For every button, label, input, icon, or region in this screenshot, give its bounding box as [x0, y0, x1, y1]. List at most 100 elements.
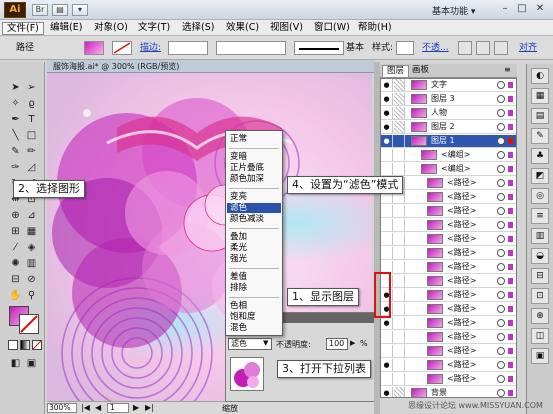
document-tab[interactable]: 服饰海报.ai* @ 300% (RGB/预览)	[47, 60, 374, 73]
layer-row-path[interactable]: <路径>	[381, 219, 516, 232]
lock-toggle[interactable]	[394, 205, 405, 217]
stroke-swatch[interactable]	[112, 41, 132, 55]
layer-row[interactable]: ● 背景	[381, 387, 516, 397]
visibility-eye-icon[interactable]: ●	[381, 79, 393, 91]
lock-toggle[interactable]	[394, 233, 405, 245]
selection-indicator[interactable]	[508, 236, 513, 242]
type-tool-icon[interactable]: T	[24, 112, 39, 127]
target-circle-icon[interactable]	[497, 151, 505, 159]
menu-window[interactable]: 窗口(W)	[310, 22, 354, 35]
stroke-color-box[interactable]	[19, 314, 39, 334]
layer-row-path[interactable]: <路径>	[381, 275, 516, 288]
selection-indicator[interactable]	[508, 180, 513, 186]
target-circle-icon[interactable]	[497, 305, 505, 313]
tab-artboards[interactable]: 画板	[408, 65, 433, 77]
lock-toggle[interactable]	[394, 247, 405, 259]
variable-width-dropdown[interactable]	[216, 41, 286, 55]
eraser-tool-icon[interactable]: ◿	[24, 160, 39, 175]
target-circle-icon[interactable]	[497, 361, 505, 369]
visibility-eye-icon[interactable]	[381, 163, 393, 175]
pen-tool-icon[interactable]: ✒	[8, 112, 23, 127]
selection-indicator[interactable]	[508, 138, 513, 144]
lock-toggle[interactable]	[394, 261, 405, 273]
line-tool-icon[interactable]: ╲	[8, 128, 23, 143]
layer-row[interactable]: ● 文字	[381, 79, 516, 92]
selection-indicator[interactable]	[508, 264, 513, 270]
blend-darken[interactable]: 变暗	[230, 152, 247, 162]
lock-toggle[interactable]	[394, 317, 405, 329]
selection-indicator[interactable]	[508, 320, 513, 326]
direct-selection-tool-icon[interactable]: ➢	[24, 80, 39, 95]
stroke-link[interactable]: 描边:	[140, 42, 161, 54]
visibility-eye-icon[interactable]: ●	[381, 107, 393, 119]
lock-toggle[interactable]	[394, 387, 405, 397]
lock-toggle[interactable]	[394, 107, 405, 119]
last-artboard-icon[interactable]: ▶|	[145, 403, 154, 412]
distribute-icon[interactable]	[494, 41, 508, 55]
layer-row-path[interactable]: <路径>	[381, 373, 516, 386]
lock-toggle[interactable]	[394, 303, 405, 315]
transform-icon[interactable]	[476, 41, 490, 55]
menu-view[interactable]: 视图(V)	[266, 22, 307, 35]
menu-type[interactable]: 文字(T)	[134, 22, 174, 35]
visibility-eye-icon[interactable]	[381, 219, 393, 231]
blend-soft-light[interactable]: 柔光	[230, 243, 247, 253]
magic-wand-tool-icon[interactable]: ✧	[8, 96, 23, 111]
brush-definition[interactable]	[294, 41, 344, 55]
layer-row[interactable]: ● 图层 2	[381, 121, 516, 134]
first-artboard-icon[interactable]: |◀	[81, 403, 90, 412]
target-circle-icon[interactable]	[497, 249, 505, 257]
gradient-tool-icon[interactable]: ▦	[24, 224, 39, 239]
perspective-grid-tool-icon[interactable]: ⊿	[24, 208, 39, 223]
blend-exclusion[interactable]: 排除	[230, 283, 247, 293]
artboard-tool-icon[interactable]: ⊟	[8, 272, 23, 287]
stroke-panel-icon[interactable]: ≡	[531, 208, 549, 224]
target-circle-icon[interactable]	[497, 389, 505, 397]
blend-color[interactable]: 混色	[230, 323, 247, 333]
selection-indicator[interactable]	[508, 124, 513, 130]
layer-row-path[interactable]: <路径>	[381, 233, 516, 246]
visibility-eye-icon[interactable]	[381, 331, 393, 343]
color-guide-icon[interactable]: ▦	[531, 88, 549, 104]
visibility-eye-icon[interactable]: ●	[381, 135, 393, 147]
target-circle-icon[interactable]	[497, 235, 505, 243]
bridge-icon[interactable]: Br	[32, 4, 48, 16]
slice-tool-icon[interactable]: ⊘	[24, 272, 39, 287]
blend-color-burn[interactable]: 颜色加深	[230, 174, 264, 184]
target-circle-icon[interactable]	[497, 123, 505, 131]
selection-indicator[interactable]	[508, 250, 513, 256]
layer-row[interactable]: ● 图层 3	[381, 93, 516, 106]
blend-hard-light[interactable]: 强光	[230, 254, 247, 264]
recolor-icon[interactable]	[458, 41, 472, 55]
target-circle-icon[interactable]	[497, 291, 505, 299]
blend-lighten[interactable]: 变亮	[230, 192, 247, 202]
menu-object[interactable]: 对象(O)	[90, 22, 132, 35]
visibility-eye-icon[interactable]	[381, 149, 393, 161]
minimize-icon[interactable]: –	[497, 2, 513, 16]
graphic-styles-icon[interactable]: ◩	[531, 168, 549, 184]
visibility-eye-icon[interactable]	[381, 373, 393, 385]
lasso-tool-icon[interactable]: ϱ	[24, 96, 39, 111]
symbol-sprayer-tool-icon[interactable]: ✺	[8, 256, 23, 271]
visibility-eye-icon[interactable]: ●	[381, 359, 393, 371]
close-icon[interactable]: ✕	[532, 2, 548, 16]
target-circle-icon[interactable]	[497, 165, 505, 173]
target-circle-icon[interactable]	[497, 263, 505, 271]
blend-difference[interactable]: 差值	[230, 272, 247, 282]
target-circle-icon[interactable]	[497, 193, 505, 201]
layer-row-group[interactable]: <编组>	[381, 163, 516, 176]
eyedropper-tool-icon[interactable]: ⁄	[8, 240, 23, 255]
prev-artboard-icon[interactable]: ◀	[95, 403, 101, 412]
layer-row-path[interactable]: ● <路径>	[381, 317, 516, 330]
stroke-weight-field[interactable]	[168, 41, 208, 55]
target-circle-icon[interactable]	[497, 179, 505, 187]
layer-row-path[interactable]: <路径>	[381, 205, 516, 218]
blend-normal[interactable]: 正常	[230, 134, 247, 144]
fill-swatch[interactable]	[84, 41, 104, 55]
selection-indicator[interactable]	[508, 362, 513, 368]
lock-toggle[interactable]	[394, 219, 405, 231]
visibility-eye-icon[interactable]	[381, 345, 393, 357]
brushes-panel-icon[interactable]: ✎	[531, 128, 549, 144]
lock-toggle[interactable]	[394, 345, 405, 357]
lock-toggle[interactable]	[394, 373, 405, 385]
